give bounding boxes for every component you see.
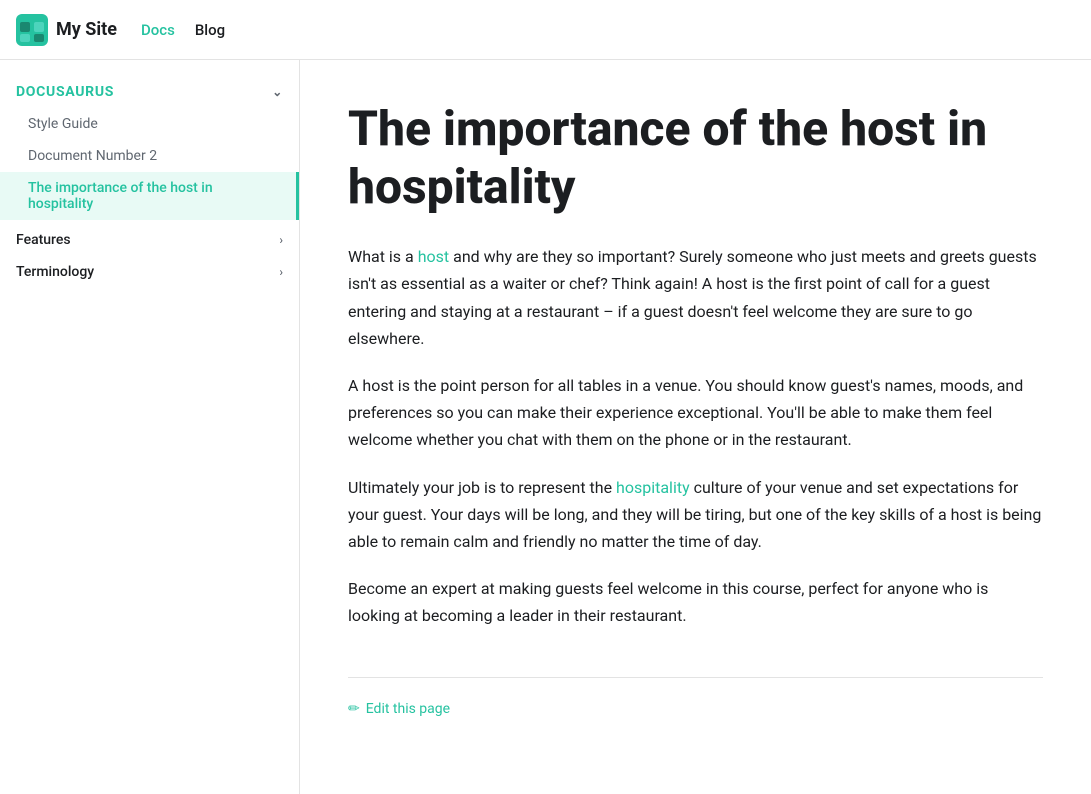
- edit-link-section: ✏ Edit this page: [348, 677, 1043, 717]
- sidebar: Docusaurus ⌄ Style Guide Document Number…: [0, 60, 300, 794]
- host-link[interactable]: host: [418, 247, 449, 266]
- chevron-right-icon-2: ›: [279, 265, 283, 279]
- p1-after-link: and why are they so important? Surely so…: [348, 247, 1037, 348]
- nav-link-docs[interactable]: Docs: [141, 21, 175, 39]
- p3-before-link: Ultimately your job is to represent the: [348, 478, 616, 497]
- edit-icon: ✏: [348, 701, 360, 717]
- main-content: The importance of the host in hospitalit…: [300, 60, 1091, 794]
- sidebar-link-host-hospitality[interactable]: The importance of the host in hospitalit…: [0, 172, 299, 220]
- layout: Docusaurus ⌄ Style Guide Document Number…: [0, 60, 1091, 794]
- paragraph-1: What is a host and why are they so impor…: [348, 243, 1043, 352]
- sidebar-items-list: Style Guide Document Number 2 The import…: [0, 108, 299, 220]
- site-logo: [16, 14, 48, 46]
- navbar-brand[interactable]: My Site: [16, 14, 117, 46]
- paragraph-2: A host is the point person for all table…: [348, 372, 1043, 454]
- chevron-down-icon: ⌄: [272, 85, 283, 99]
- p1-before-link: What is a: [348, 247, 418, 266]
- sidebar-item-style-guide: Style Guide: [0, 108, 299, 140]
- paragraph-4: Become an expert at making guests feel w…: [348, 575, 1043, 629]
- chevron-right-icon: ›: [279, 233, 283, 247]
- page-title: The importance of the host in hospitalit…: [348, 100, 1043, 215]
- sidebar-item-doc2: Document Number 2: [0, 140, 299, 172]
- paragraph-3: Ultimately your job is to represent the …: [348, 474, 1043, 556]
- sidebar-terminology-label: Terminology: [16, 264, 94, 280]
- sidebar-category-docusaurus: Docusaurus ⌄ Style Guide Document Number…: [0, 76, 299, 220]
- sidebar-item-features[interactable]: Features ›: [0, 224, 299, 256]
- nav-link-blog[interactable]: Blog: [195, 21, 225, 39]
- navbar-links: Docs Blog: [141, 21, 225, 39]
- sidebar-link-doc2[interactable]: Document Number 2: [0, 140, 299, 172]
- sidebar-item-terminology[interactable]: Terminology ›: [0, 256, 299, 288]
- hospitality-link[interactable]: hospitality: [616, 478, 690, 497]
- navbar: My Site Docs Blog: [0, 0, 1091, 60]
- sidebar-features-label: Features: [16, 232, 71, 248]
- edit-page-link[interactable]: ✏ Edit this page: [348, 701, 450, 717]
- sidebar-item-host-hospitality: The importance of the host in hospitalit…: [0, 172, 299, 220]
- sidebar-category-header[interactable]: Docusaurus ⌄: [0, 76, 299, 108]
- sidebar-category-label: Docusaurus: [16, 84, 114, 100]
- brand-name: My Site: [56, 19, 117, 40]
- edit-link-label: Edit this page: [366, 701, 450, 717]
- sidebar-link-style-guide[interactable]: Style Guide: [0, 108, 299, 140]
